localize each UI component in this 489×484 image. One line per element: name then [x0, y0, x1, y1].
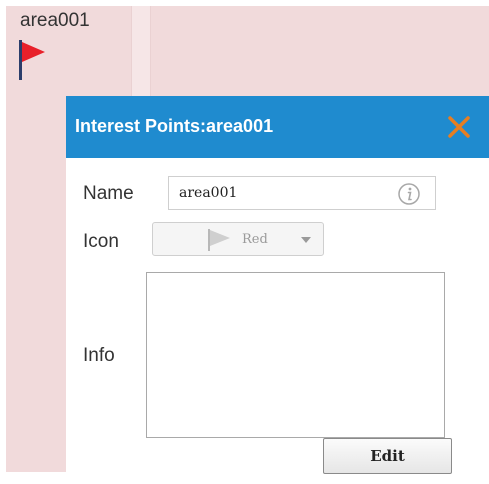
icon-select-value: Red	[242, 232, 268, 247]
map-border-left	[0, 0, 6, 484]
edit-button[interactable]: Edit	[323, 438, 452, 474]
flag-icon	[208, 229, 230, 251]
info-label: Info	[83, 345, 115, 366]
info-circle-icon[interactable]	[397, 182, 421, 206]
red-flag-icon[interactable]	[18, 40, 48, 82]
icon-select[interactable]: Red	[152, 222, 324, 256]
name-input[interactable]: area001	[168, 176, 436, 210]
name-label: Name	[83, 183, 134, 204]
name-input-value: area001	[179, 185, 238, 201]
dialog-title: Interest Points:area001	[75, 116, 274, 136]
icon-label: Icon	[83, 231, 119, 252]
chevron-down-icon	[301, 237, 311, 243]
marker-label[interactable]: area001	[20, 10, 90, 32]
dialog-header: Interest Points:area001	[66, 96, 489, 158]
map-border-top	[0, 0, 489, 6]
close-icon[interactable]	[445, 113, 473, 141]
interest-points-dialog: Interest Points:area001 Name area001 Ico…	[66, 96, 489, 478]
info-textarea[interactable]	[146, 272, 445, 438]
